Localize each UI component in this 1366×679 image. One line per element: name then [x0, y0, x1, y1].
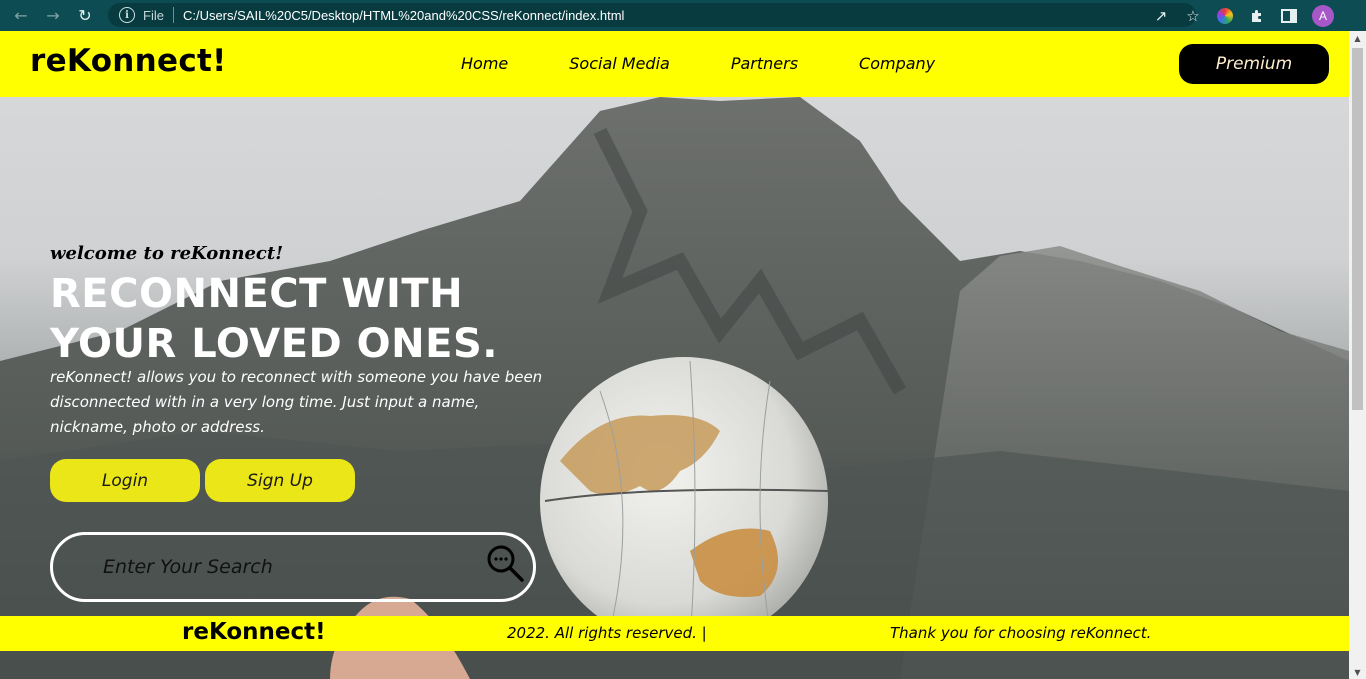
main-nav: Home Social Media Partners Company	[461, 54, 935, 73]
profile-avatar[interactable]: A	[1312, 4, 1334, 27]
page-viewport: reKonnect! Home Social Media Partners Co…	[0, 31, 1349, 679]
site-footer: reKonnect! 2022. All rights reserved. | …	[0, 616, 1349, 651]
scroll-up-arrow-icon[interactable]: ▲	[1349, 31, 1366, 45]
share-icon[interactable]: ↗	[1150, 5, 1172, 27]
puzzle-icon[interactable]	[1246, 5, 1268, 27]
reload-icon[interactable]: ↻	[74, 5, 96, 27]
nav-company[interactable]: Company	[859, 54, 935, 73]
site-header: reKonnect! Home Social Media Partners Co…	[0, 31, 1349, 97]
footer-thanks: Thank you for choosing reKonnect.	[890, 624, 1152, 642]
nav-social-media[interactable]: Social Media	[569, 54, 670, 73]
search-input[interactable]	[103, 556, 463, 578]
search-bar	[50, 532, 536, 602]
color-wheel-icon[interactable]	[1214, 5, 1236, 27]
side-panel-icon[interactable]	[1278, 5, 1300, 27]
nav-partners[interactable]: Partners	[731, 54, 798, 73]
url-text[interactable]: C:/Users/SAIL%20C5/Desktop/HTML%20and%20…	[183, 8, 625, 23]
nav-home[interactable]: Home	[461, 54, 508, 73]
login-button[interactable]: Login	[50, 459, 200, 502]
site-logo[interactable]: reKonnect!	[30, 43, 227, 79]
headline-line-2: YOUR LOVED ONES.	[50, 321, 498, 367]
hero-headline: RECONNECT WITH YOUR LOVED ONES.	[50, 269, 498, 369]
headline-line-1: RECONNECT WITH	[50, 271, 464, 317]
scrollbar-thumb[interactable]	[1352, 48, 1363, 410]
hero-description: reKonnect! allows you to reconnect with …	[50, 368, 543, 436]
file-label: File	[143, 7, 164, 23]
welcome-text: welcome to reKonnect!	[50, 243, 284, 264]
footer-rights: 2022. All rights reserved. |	[507, 624, 707, 642]
vertical-scrollbar[interactable]: ▲ ▼	[1349, 31, 1366, 679]
address-bar[interactable]: i File C:/Users/SAIL%20C5/Desktop/HTML%2…	[108, 3, 1196, 27]
info-icon[interactable]: i	[119, 7, 135, 23]
signup-button[interactable]: Sign Up	[205, 459, 355, 502]
premium-button[interactable]: Premium	[1179, 44, 1329, 84]
scroll-down-arrow-icon[interactable]: ▼	[1349, 665, 1366, 679]
magnifier-icon[interactable]	[485, 543, 525, 583]
footer-logo: reKonnect!	[182, 619, 326, 645]
address-separator	[172, 7, 174, 23]
star-icon[interactable]: ☆	[1182, 5, 1204, 27]
browser-actions: ↗ ☆ A	[1150, 0, 1366, 31]
browser-toolbar: ← → ↻ i File C:/Users/SAIL%20C5/Desktop/…	[0, 0, 1366, 31]
back-arrow-icon[interactable]: ←	[10, 5, 32, 27]
forward-arrow-icon[interactable]: →	[42, 5, 64, 27]
